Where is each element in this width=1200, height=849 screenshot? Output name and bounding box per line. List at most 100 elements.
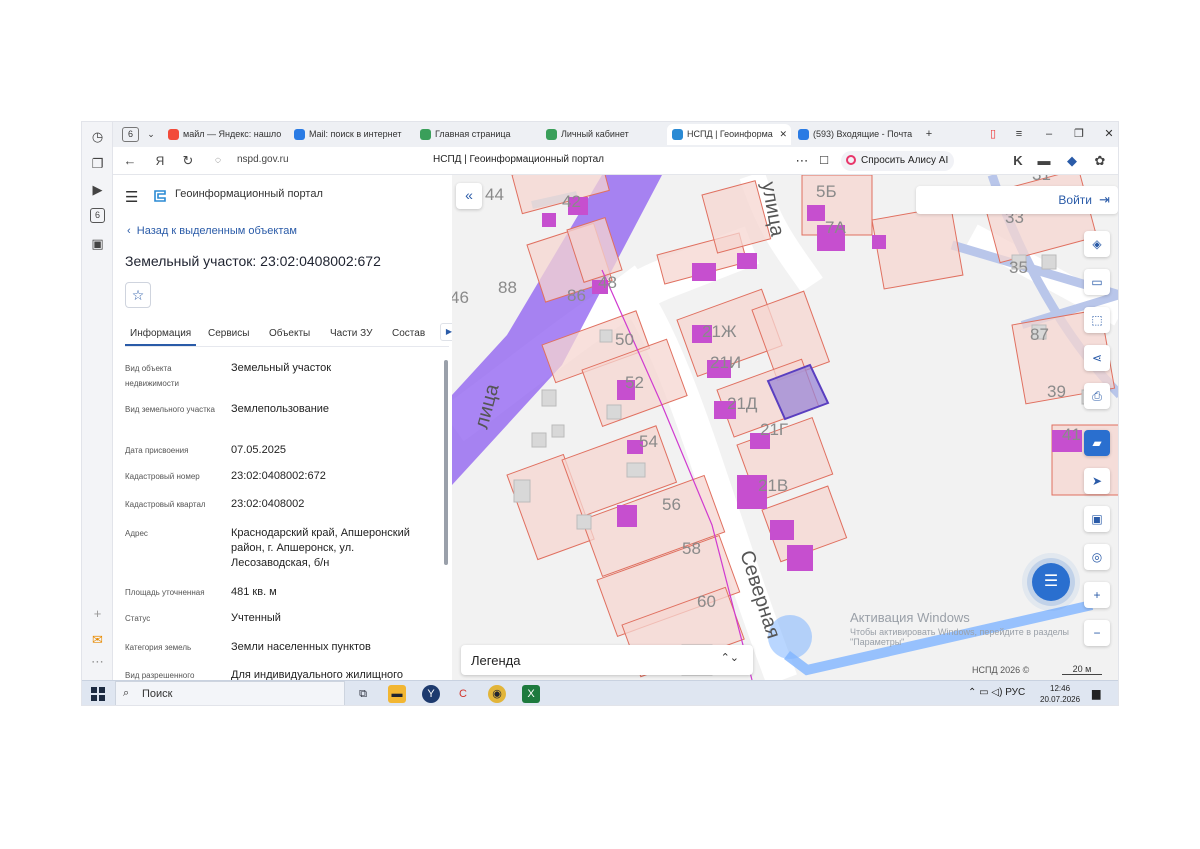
minimap-icon[interactable]: ▣: [1084, 506, 1110, 532]
print-icon[interactable]: ⎙: [1084, 383, 1110, 409]
svg-text:88: 88: [498, 278, 517, 297]
network-icon[interactable]: ▭: [979, 687, 988, 698]
tray-chevron-icon[interactable]: ⌃: [968, 687, 976, 698]
navigate-icon[interactable]: ➤: [1084, 468, 1110, 494]
svg-text:48: 48: [598, 273, 617, 292]
browser-tab[interactable]: Главная страница: [415, 124, 539, 145]
svg-text:21В: 21В: [758, 476, 788, 495]
windows-activation-watermark: Активация Windows Чтобы активировать Win…: [850, 610, 1069, 647]
svg-text:5Б: 5Б: [816, 182, 837, 201]
app-icon[interactable]: C: [454, 685, 472, 703]
tab-composition[interactable]: Состав: [387, 325, 430, 346]
windows-start-icon[interactable]: [91, 687, 105, 701]
ruler-icon[interactable]: ▭: [1084, 269, 1110, 295]
file-explorer-icon[interactable]: ▬: [388, 685, 406, 703]
ask-alice-button[interactable]: Спросить Алису AI: [841, 151, 955, 171]
add-icon[interactable]: +: [88, 604, 107, 623]
tab-info[interactable]: Информация: [125, 325, 197, 346]
svg-text:21Д: 21Д: [727, 394, 758, 413]
extension-icon[interactable]: K: [1009, 152, 1027, 170]
layers-icon[interactable]: ◈: [1084, 231, 1110, 257]
close-tab-icon[interactable]: ✕: [779, 124, 787, 145]
menu-burger-icon[interactable]: ☰: [125, 188, 138, 206]
map-scale: 20 м: [1062, 664, 1102, 675]
legend-dropdown[interactable]: Легенда ⌃⌄: [461, 645, 753, 675]
svg-text:31: 31: [1032, 175, 1051, 184]
mail-icon[interactable]: ✉: [88, 630, 107, 649]
map-canvas[interactable]: 44 42 48 88 86 46 50 52 54 56 58 60 5Б 7…: [452, 175, 1119, 680]
svg-text:58: 58: [682, 539, 701, 558]
more-options-icon[interactable]: ⋯: [793, 152, 811, 170]
chevron-left-icon: ‹: [127, 225, 137, 237]
svg-text:52: 52: [625, 373, 644, 392]
zoom-in-icon[interactable]: +: [1084, 582, 1110, 608]
screen-capture-icon[interactable]: ▰: [1084, 430, 1110, 456]
svg-text:39: 39: [1047, 382, 1066, 401]
volume-icon[interactable]: ◁): [991, 687, 1002, 698]
field-value: Земельный участок: [231, 362, 332, 374]
login-button[interactable]: Войти ⇥: [916, 186, 1118, 214]
portal-name: Геоинформационный портал: [175, 188, 323, 200]
field-label: Кадастровый квартал: [125, 500, 206, 509]
tab-parts[interactable]: Части ЗУ: [325, 325, 377, 346]
svg-text:86: 86: [567, 286, 586, 305]
login-icon: ⇥: [1099, 192, 1110, 207]
tab-services[interactable]: Сервисы: [203, 325, 254, 346]
back-arrow-icon[interactable]: ←: [121, 152, 139, 170]
field-label: Кадастровый номер: [125, 472, 200, 481]
tabs-next-icon[interactable]: ▶: [440, 323, 452, 341]
bookmark-icon[interactable]: ☐: [815, 152, 833, 170]
share-icon[interactable]: ⋖: [1084, 345, 1110, 371]
chrome-icon[interactable]: ◉: [488, 685, 506, 703]
play-icon[interactable]: ▶: [88, 180, 107, 199]
browser-tab[interactable]: майл — Яндекс: нашло: [163, 124, 287, 145]
system-tray[interactable]: ⌃ ▭ ◁) РУС: [968, 687, 1025, 698]
new-tab-icon[interactable]: +: [921, 126, 937, 142]
tab-count[interactable]: 6: [122, 127, 139, 142]
browser-tab[interactable]: Личный кабинет: [541, 124, 665, 145]
history-icon[interactable]: ◷: [88, 127, 107, 146]
tab-count-badge[interactable]: 6: [90, 208, 105, 223]
minimize-icon[interactable]: –: [1041, 126, 1057, 142]
cadastral-map[interactable]: 44 42 48 88 86 46 50 52 54 56 58 60 5Б 7…: [452, 175, 1119, 680]
field-label: Вид объекта недвижимости: [125, 364, 179, 388]
yandex-logo-icon[interactable]: Я: [151, 152, 169, 170]
more-icon[interactable]: ⋯: [88, 652, 107, 671]
back-to-selected-link[interactable]: ‹ Назад к выделенным объектам: [127, 225, 297, 237]
taskbar-search[interactable]: ⌕ Поиск: [115, 681, 345, 705]
menu-icon[interactable]: ≡: [1011, 126, 1027, 142]
geolocation-icon[interactable]: ◎: [1084, 544, 1110, 570]
field-value: Для индивидуального жилищного: [231, 669, 404, 680]
screenshot-icon[interactable]: ▣: [88, 234, 107, 253]
browser-tab[interactable]: Mail: поиск в интернет: [289, 124, 413, 145]
browser-tab-active[interactable]: НСПД | Геоинформа ✕: [667, 124, 791, 145]
extension-icon[interactable]: ▬: [1035, 152, 1053, 170]
notifications-icon[interactable]: ▯: [985, 126, 1001, 142]
url-field[interactable]: nspd.gov.ru: [237, 154, 289, 165]
close-window-icon[interactable]: ✕: [1101, 126, 1117, 142]
task-view-icon[interactable]: ⧉: [354, 685, 372, 703]
restore-icon[interactable]: ❐: [1071, 126, 1087, 142]
tab-list-chevron-icon[interactable]: ⌄: [143, 124, 159, 145]
tab-strip: 6 ⌄ майл — Яндекс: нашло Mail: поиск в и…: [113, 122, 1118, 147]
extension-icon[interactable]: ◆: [1063, 152, 1081, 170]
excel-icon[interactable]: X: [522, 685, 540, 703]
site-security-icon[interactable]: ◌: [209, 152, 227, 170]
collections-icon[interactable]: ❐: [88, 154, 107, 173]
reload-icon[interactable]: ↻: [179, 152, 197, 170]
panel-tabs: Информация Сервисы Объекты Части ЗУ Сост…: [125, 323, 452, 347]
browser-tab[interactable]: (593) Входящие - Почта: [793, 124, 917, 145]
tab-objects[interactable]: Объекты: [264, 325, 315, 346]
notification-icon[interactable]: ▆: [1092, 687, 1100, 700]
collapse-panel-button[interactable]: «: [456, 183, 482, 209]
chat-icon[interactable]: ☰: [1032, 563, 1070, 601]
favorite-star-button[interactable]: ☆: [125, 282, 151, 308]
windows-taskbar: ⌕ Поиск ⧉ ▬ Y C ◉ X ⌃ ▭ ◁) РУС 12:46 20.…: [82, 680, 1118, 705]
select-area-icon[interactable]: ⬚: [1084, 307, 1110, 333]
clock[interactable]: 12:46 20.07.2026: [1040, 683, 1080, 705]
language-indicator[interactable]: РУС: [1005, 687, 1025, 698]
svg-text:42: 42: [562, 192, 581, 211]
yandex-browser-icon[interactable]: Y: [422, 685, 440, 703]
panel-scrollbar[interactable]: [444, 360, 448, 565]
download-icon[interactable]: [1099, 152, 1117, 170]
